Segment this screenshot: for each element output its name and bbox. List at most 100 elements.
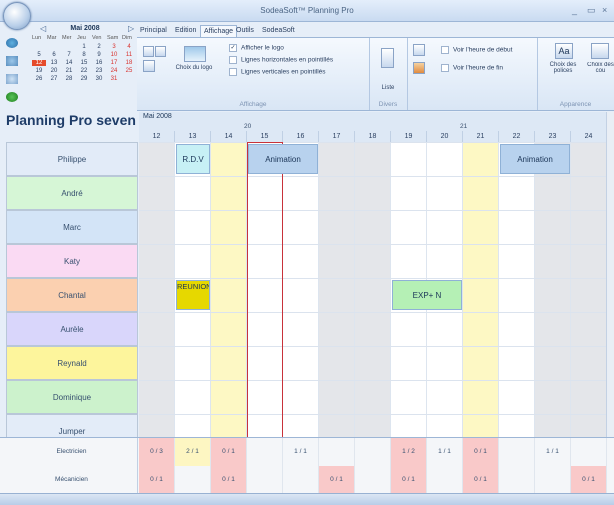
resource-katy[interactable]: Katy: [6, 244, 138, 278]
week-number: 21: [460, 123, 468, 130]
colors-icon: [591, 43, 609, 59]
minimize-button[interactable]: _: [572, 5, 577, 15]
calendar-day[interactable]: 1: [77, 44, 91, 50]
view-icon[interactable]: [143, 60, 155, 72]
counter-cell: 0 / 1: [139, 466, 175, 494]
row-divider: [139, 176, 614, 177]
calendar-dow: Lun: [32, 35, 42, 41]
side-toolbar: [6, 38, 26, 110]
day-column: [139, 142, 175, 437]
day-column: [283, 142, 319, 437]
event-block[interactable]: R.D.V: [176, 144, 210, 174]
maximize-button[interactable]: ▭: [587, 5, 596, 16]
counter-cell: [499, 438, 535, 466]
calendar-day[interactable]: 17: [107, 60, 121, 66]
resource-chantal[interactable]: Chantal: [6, 278, 138, 312]
group-affichage: Choix du logo ✓ Afficher le logo Lignes h…: [137, 38, 370, 110]
calendar-day[interactable]: 22: [77, 68, 91, 74]
calendar-day[interactable]: 18: [122, 60, 136, 66]
calendar-day[interactable]: 10: [107, 52, 121, 58]
columns-icon[interactable]: [155, 46, 166, 57]
calendar-day[interactable]: 9: [92, 52, 106, 58]
counter-cell: 0 / 1: [571, 466, 607, 494]
check-show-logo[interactable]: ✓ Afficher le logo: [229, 44, 284, 52]
globe-icon[interactable]: [6, 74, 18, 84]
calendar-dow: Sam: [107, 35, 119, 41]
check-horizontal-dotted[interactable]: Lignes horizontales en pointillés: [229, 56, 333, 64]
calendar-day[interactable]: 27: [47, 76, 61, 82]
calendar-day[interactable]: 25: [122, 68, 136, 74]
status-icon[interactable]: [6, 92, 18, 102]
calendar-day[interactable]: 15: [77, 60, 91, 66]
colors-button[interactable]: Choix des cou: [587, 62, 614, 74]
calendar-day[interactable]: 11: [122, 52, 136, 58]
next-month-button[interactable]: ▷: [128, 24, 134, 33]
grid-icon[interactable]: [143, 46, 154, 57]
tools-icon[interactable]: [6, 56, 18, 66]
resource-aurèle[interactable]: Aurèle: [6, 312, 138, 346]
calendar-day[interactable]: 24: [107, 68, 121, 74]
counter-cell: [247, 466, 283, 494]
calendar-day[interactable]: 20: [47, 68, 61, 74]
logo-button[interactable]: Choix du logo: [173, 65, 215, 71]
counter-cell: [247, 438, 283, 466]
tab-edition[interactable]: Edition: [172, 25, 199, 37]
check-end-time[interactable]: Voir l'heure de fin: [441, 64, 503, 72]
check-start-time[interactable]: Voir l'heure de début: [441, 46, 512, 54]
calendar-day[interactable]: 14: [62, 60, 76, 66]
counter-cell: [427, 466, 463, 494]
tab-principal[interactable]: Principal: [137, 25, 170, 37]
calendar-day[interactable]: 31: [107, 76, 121, 82]
calendar-day[interactable]: 4: [122, 44, 136, 50]
calendar-day[interactable]: 16: [92, 60, 106, 66]
counter-cell: 1 / 1: [283, 438, 319, 466]
group-times: Voir l'heure de début Voir l'heure de fi…: [407, 38, 538, 110]
today-column-highlight: [247, 142, 283, 447]
group-label-divers: Divers: [378, 101, 398, 108]
calendar-day[interactable]: 23: [92, 68, 106, 74]
resource-dominique[interactable]: Dominique: [6, 380, 138, 414]
calendar-day[interactable]: 3: [107, 44, 121, 50]
calendar-day[interactable]: 19: [32, 68, 46, 74]
row-divider: [139, 142, 614, 143]
group-label-apparence: Apparence: [559, 101, 592, 108]
calendar-day[interactable]: 2: [92, 44, 106, 50]
calendar-day[interactable]: 12: [32, 60, 46, 66]
check-vertical-dotted[interactable]: Lignes verticales en pointillés: [229, 68, 326, 76]
resource-reynald[interactable]: Reynald: [6, 346, 138, 380]
app-menu-orb[interactable]: [3, 2, 31, 30]
resource-marc[interactable]: Marc: [6, 210, 138, 244]
calendar-day[interactable]: 21: [62, 68, 76, 74]
calendar-day[interactable]: 29: [77, 76, 91, 82]
event-block[interactable]: Animation: [248, 144, 318, 174]
vertical-scrollbar[interactable]: [606, 112, 614, 437]
counter-cell: [355, 466, 391, 494]
close-button[interactable]: ×: [602, 5, 607, 15]
tab-outils[interactable]: Outils: [233, 25, 257, 37]
calendar-day[interactable]: 6: [47, 52, 61, 58]
resource-andré[interactable]: André: [6, 176, 138, 210]
app-title: SodeaSoft™ Planning Pro: [260, 6, 354, 15]
calendar-day[interactable]: 5: [32, 52, 46, 58]
mini-calendar: ◁ Mai 2008 ▷ Lun Mar Mer Jeu Ven Sam Dim 1 2 3 4 5 6…: [32, 22, 138, 108]
counter-cell: 0 / 1: [211, 466, 247, 494]
event-block[interactable]: REUNION: [176, 280, 210, 310]
day-column: [535, 142, 571, 437]
calendar-day[interactable]: 28: [62, 76, 76, 82]
tab-sodeasoft[interactable]: SodeaSoft: [259, 25, 298, 37]
counter-cell: 0 / 1: [211, 438, 247, 466]
calendar-day[interactable]: 8: [77, 52, 91, 58]
event-block[interactable]: Animation: [500, 144, 570, 174]
calendar-day[interactable]: 30: [92, 76, 106, 82]
group-divers: Liste Divers: [369, 38, 408, 110]
liste-button[interactable]: Liste: [369, 85, 407, 91]
calendar-day[interactable]: 7: [62, 52, 76, 58]
refresh-icon[interactable]: [6, 38, 18, 48]
counter-cell: 1 / 1: [535, 438, 571, 466]
fonts-button[interactable]: Choix des polices: [545, 62, 581, 74]
counter-label: Mécanicien: [6, 466, 138, 494]
event-block[interactable]: EXP+ N: [392, 280, 462, 310]
calendar-day[interactable]: 13: [47, 60, 61, 66]
resource-philippe[interactable]: Philippe: [6, 142, 138, 176]
calendar-day[interactable]: 26: [32, 76, 46, 82]
